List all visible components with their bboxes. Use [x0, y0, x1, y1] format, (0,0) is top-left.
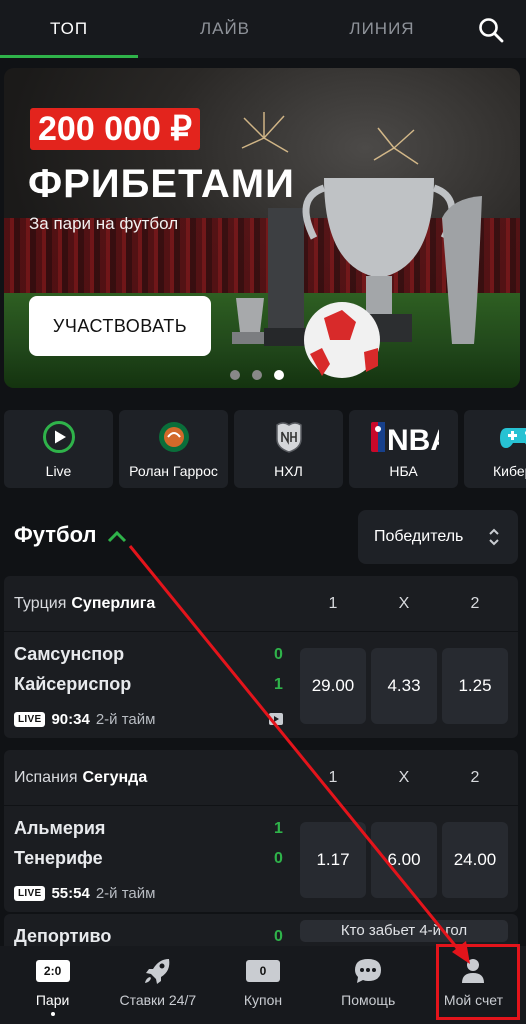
coupon-icon: 0	[246, 960, 280, 982]
market-selector[interactable]: Победитель	[358, 510, 518, 564]
nav-bets-24-7[interactable]: Ставки 24/7	[105, 946, 210, 1024]
chat-bubble-icon	[353, 958, 383, 984]
nav-label: Пари	[35, 992, 70, 1008]
live-badge: LIVE	[14, 886, 46, 901]
odd-home[interactable]: 29.00	[300, 648, 366, 724]
home-score: 0	[274, 928, 283, 945]
match-time: 90:34	[51, 711, 90, 728]
home-score: 1	[274, 820, 283, 837]
promo-banner[interactable]: 200 000 ₽ ФРИБЕТАМИ За пари на футбол УЧ…	[4, 68, 520, 388]
odd-away[interactable]: 24.00	[442, 822, 508, 898]
tab-live[interactable]: ЛАЙВ	[138, 0, 312, 58]
svg-text:NBA: NBA	[387, 424, 439, 454]
chevron-up-icon[interactable]	[106, 528, 128, 544]
nav-bets[interactable]: 2:0 Пари	[0, 946, 105, 1024]
match-period: 2-й тайм	[95, 711, 156, 728]
match-period: 2-й тайм	[95, 885, 156, 902]
home-score: 0	[274, 646, 283, 663]
next-goal-market[interactable]: Кто забьет 4-й гол	[300, 920, 508, 942]
category-label: Live	[45, 462, 72, 479]
league-header[interactable]: Испания Сегунда 1 X 2	[4, 750, 518, 806]
live-status: LIVE 55:54 2-й тайм	[14, 885, 155, 902]
annotation-highlight-box	[436, 944, 520, 1020]
promo-title: ФРИБЕТАМИ	[28, 162, 295, 206]
live-status: LIVE 90:34 2-й тайм	[14, 711, 155, 728]
column-away: 2	[470, 769, 480, 786]
away-team: Тенерифе	[14, 848, 103, 868]
promo-amount: 200 000 ₽	[30, 108, 200, 150]
tab-top[interactable]: ТОП	[0, 0, 138, 58]
tab-line[interactable]: ЛИНИЯ	[312, 0, 452, 58]
top-tab-bar: ТОП ЛАЙВ ЛИНИЯ	[0, 0, 526, 58]
carousel-dot-active[interactable]	[274, 370, 284, 380]
gamepad-icon	[499, 420, 526, 454]
away-score: 0	[274, 850, 283, 867]
nhl-shield-icon	[272, 420, 306, 454]
match-time: 55:54	[51, 885, 90, 902]
roland-garros-icon	[157, 420, 191, 454]
odd-home[interactable]: 1.17	[300, 822, 366, 898]
category-label: Киберф	[493, 462, 526, 479]
league-name: Суперлига	[71, 594, 156, 612]
category-nhl[interactable]: НХЛ	[234, 410, 343, 488]
nav-help[interactable]: Помощь	[316, 946, 421, 1024]
league-name: Сегунда	[82, 768, 148, 786]
carousel-dot[interactable]	[252, 370, 262, 380]
match-row[interactable]: Самсунспор Кайсериспор 0 1 LIVE 90:34 2-…	[4, 632, 518, 738]
home-team: Самсунспор	[14, 644, 125, 664]
nav-coupon[interactable]: 0 Купон	[210, 946, 315, 1024]
live-stream-icon[interactable]	[269, 713, 283, 725]
league-country: Испания	[14, 768, 78, 786]
league-country: Турция	[14, 594, 67, 612]
participate-button[interactable]: УЧАСТВОВАТЬ	[29, 296, 211, 356]
column-home: 1	[328, 769, 338, 786]
play-circle-icon	[42, 420, 76, 454]
match-card: Турция Суперлига 1 X 2 Самсунспор Кайсери…	[4, 576, 518, 738]
column-home: 1	[328, 595, 338, 612]
odd-away[interactable]: 1.25	[442, 648, 508, 724]
category-nba[interactable]: NBA НБА	[349, 410, 458, 488]
column-draw: X	[398, 595, 410, 612]
nav-label: Купон	[243, 992, 283, 1008]
category-label: НБА	[389, 462, 418, 479]
category-label: Ролан Гаррос	[129, 462, 218, 479]
odd-draw[interactable]: 4.33	[371, 648, 437, 724]
promo-subtitle: За пари на футбол	[29, 214, 179, 233]
category-esports[interactable]: Киберф	[464, 410, 526, 488]
sport-categories: Live Ролан Гаррос НХЛ NBA НБА Киберф	[4, 410, 526, 488]
market-selector-label: Победитель	[374, 528, 464, 545]
search-icon[interactable]	[478, 17, 504, 43]
home-team: Альмерия	[14, 818, 106, 838]
match-row[interactable]: Альмерия Тенерифе 1 0 LIVE 55:54 2-й тай…	[4, 806, 518, 912]
category-label: НХЛ	[274, 462, 303, 479]
column-draw: X	[398, 769, 410, 786]
carousel-dots	[230, 370, 284, 380]
home-team: Депортиво	[14, 926, 112, 946]
nav-label: Ставки 24/7	[119, 992, 197, 1008]
odd-draw[interactable]: 6.00	[371, 822, 437, 898]
column-away: 2	[470, 595, 480, 612]
sort-arrows-icon	[489, 528, 499, 546]
section-title[interactable]: Футбол	[14, 522, 97, 548]
nav-label: Помощь	[341, 992, 396, 1008]
nba-logo-icon: NBA	[369, 420, 439, 454]
rocket-icon	[143, 958, 173, 984]
category-live[interactable]: Live	[4, 410, 113, 488]
active-indicator	[50, 1012, 55, 1016]
live-badge: LIVE	[14, 712, 46, 727]
match-card: Испания Сегунда 1 X 2 Альмерия Тенерифе 1…	[4, 750, 518, 912]
away-team: Кайсериспор	[14, 674, 132, 694]
carousel-dot[interactable]	[230, 370, 240, 380]
category-roland-garros[interactable]: Ролан Гаррос	[119, 410, 228, 488]
league-header[interactable]: Турция Суперлига 1 X 2	[4, 576, 518, 632]
bet-slip-icon: 2:0	[35, 960, 70, 982]
trophies-image	[232, 112, 482, 378]
away-score: 1	[274, 676, 283, 693]
